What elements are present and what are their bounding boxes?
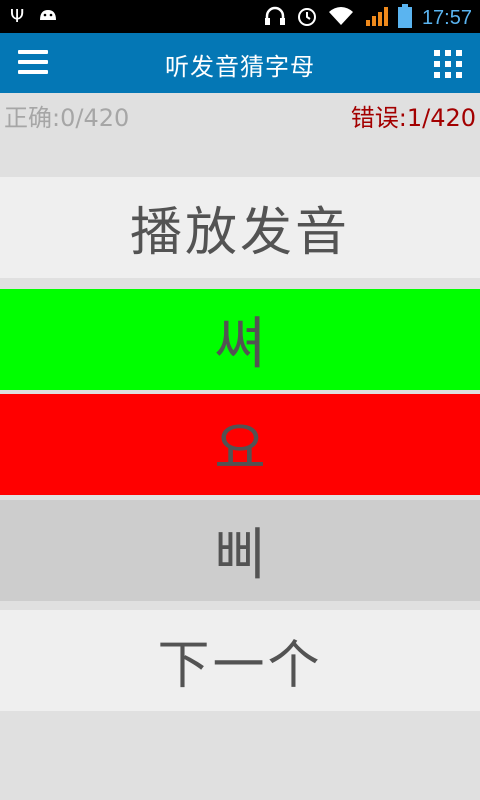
play-sound-button[interactable]: 播放发音	[0, 177, 480, 278]
alarm-icon	[296, 5, 318, 32]
wifi-icon	[328, 6, 354, 31]
usb-icon: Ψ	[10, 5, 25, 27]
answer-option-2[interactable]: 요	[0, 394, 480, 495]
app-title: 听发音猜字母	[165, 53, 315, 81]
headset-icon	[264, 6, 286, 31]
grid-menu-icon[interactable]	[434, 50, 462, 78]
answer-option-1[interactable]: 쎠	[0, 289, 480, 390]
score-correct: 正确:0/420	[4, 104, 130, 132]
next-button[interactable]: 下一个	[0, 610, 480, 711]
answer-option-3[interactable]: 삐	[0, 500, 480, 601]
status-time: 17:57	[421, 7, 472, 29]
status-right-icons: 17:57	[264, 4, 472, 33]
battery-icon	[397, 4, 412, 33]
signal-icon	[364, 5, 388, 32]
score-wrong: 错误:1/420	[350, 104, 476, 132]
status-bar: Ψ 17:57	[0, 0, 480, 33]
status-left-icons: Ψ	[10, 6, 58, 27]
app-bar: 听发音猜字母	[0, 33, 480, 93]
android-icon	[38, 6, 58, 27]
